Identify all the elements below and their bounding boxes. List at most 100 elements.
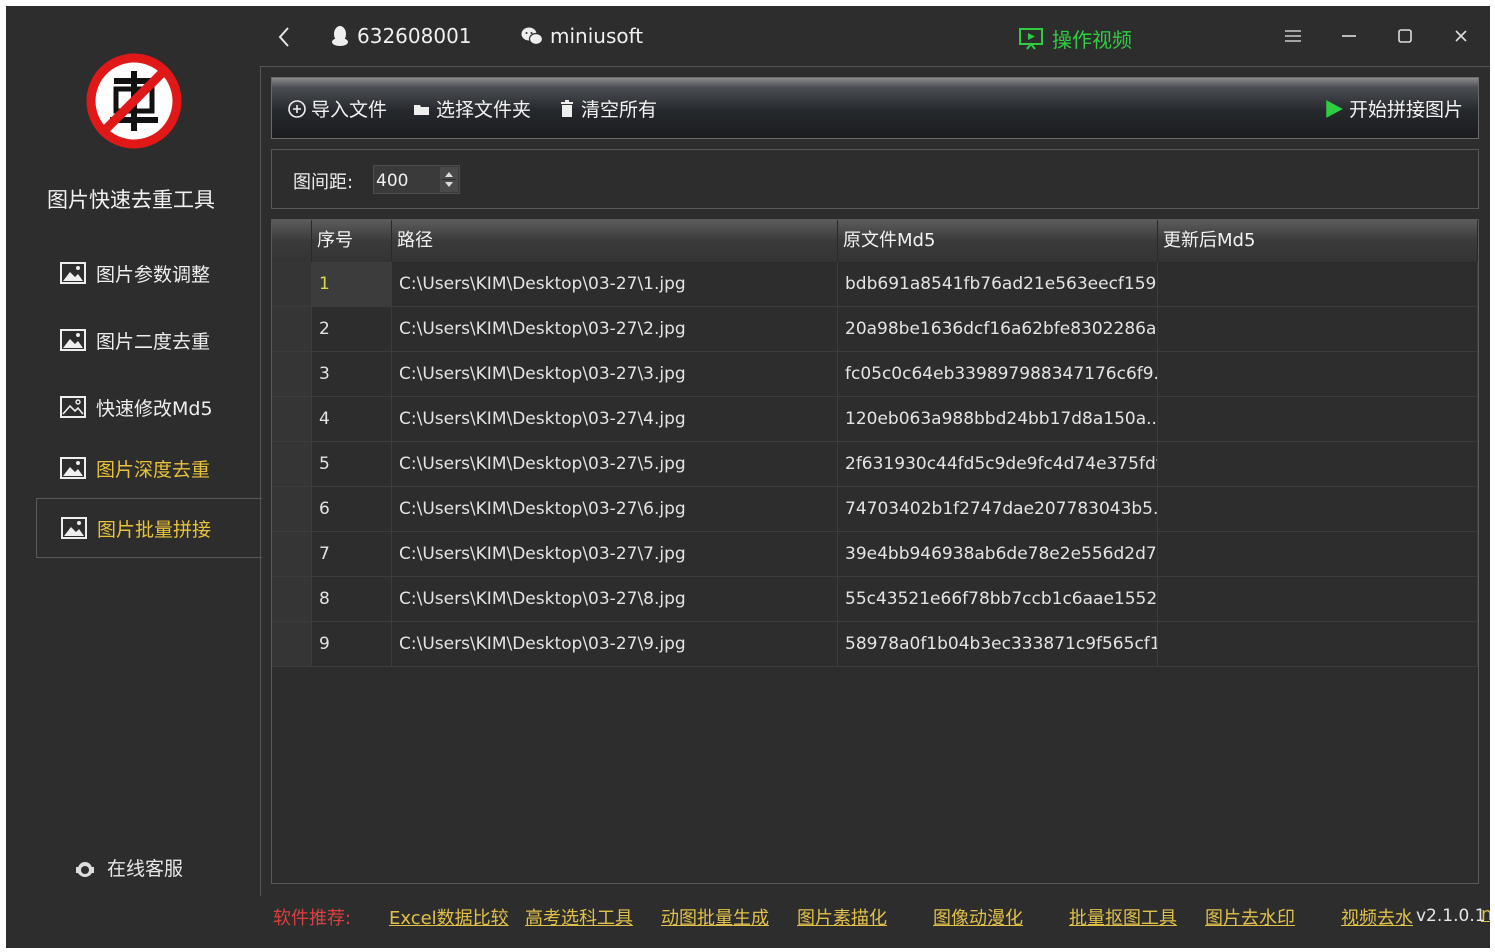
recommend-link[interactable]: 批量抠图工具	[1069, 904, 1177, 930]
recommend-link[interactable]: 图像动漫化	[933, 904, 1023, 930]
sidebar-item-batch-stitch[interactable]: 图片批量拼接	[36, 498, 262, 558]
cell-md5[interactable]: 20a98be1636dcf16a62bfe8302286a...	[838, 307, 1158, 351]
spin-arrows-icon[interactable]	[440, 167, 458, 192]
cell-index[interactable]: 8	[312, 577, 392, 621]
table-row[interactable]: 5 C:\Users\KIM\Desktop\03-27\5.jpg 2f63193…	[272, 442, 1478, 487]
table-row[interactable]: 4 C:\Users\KIM\Desktop\03-27\4.jpg 120eb06…	[272, 397, 1478, 442]
recommend-link[interactable]: Excel数据比较	[389, 904, 509, 930]
sidebar-item-image-params[interactable]: 图片参数调整	[36, 243, 261, 303]
spacing-value[interactable]: 400	[376, 171, 408, 191]
cell-index[interactable]: 5	[312, 442, 392, 486]
recommend-link[interactable]: 视频去水	[1341, 904, 1413, 930]
cell-path[interactable]: C:\Users\KIM\Desktop\03-27\6.jpg	[392, 487, 838, 531]
cell-index[interactable]: 3	[312, 352, 392, 396]
spacing-label: 图间距:	[293, 172, 354, 193]
cell-md5[interactable]: 39e4bb946938ab6de78e2e556d2d7...	[838, 532, 1158, 576]
row-header[interactable]	[272, 262, 312, 306]
cell-path[interactable]: C:\Users\KIM\Desktop\03-27\3.jpg	[392, 352, 838, 396]
sidebar-item-second-dedup[interactable]: 图片二度去重	[36, 310, 261, 370]
column-header-md5[interactable]: 原文件Md5	[838, 220, 1158, 262]
select-folder-button[interactable]: 选择文件夹	[413, 95, 531, 122]
cell-index[interactable]: 9	[312, 622, 392, 666]
tutorial-video-button[interactable]: 操作视频	[1019, 24, 1132, 53]
cell-path[interactable]: C:\Users\KIM\Desktop\03-27\9.jpg	[392, 622, 838, 666]
start-stitch-button[interactable]: 开始拼接图片	[1324, 95, 1463, 122]
menu-icon[interactable]	[1283, 26, 1303, 46]
row-header[interactable]	[272, 352, 312, 396]
sidebar: 图片快速去重工具 图片参数调整 图片二度去重 快速修改Md5 图片深度去重 图片…	[6, 6, 262, 948]
table-row[interactable]: 6 C:\Users\KIM\Desktop\03-27\6.jpg 7470340…	[272, 487, 1478, 532]
sidebar-item-label: 快速修改Md5	[96, 397, 213, 420]
cell-new-md5[interactable]	[1158, 487, 1478, 531]
import-files-label: 导入文件	[311, 99, 388, 121]
spacing-spinbox[interactable]: 400	[373, 165, 460, 194]
column-header-new-md5[interactable]: 更新后Md5	[1158, 220, 1478, 262]
column-header-index[interactable]: 序号	[312, 220, 392, 262]
close-icon[interactable]	[1451, 26, 1471, 46]
cell-md5[interactable]: 55c43521e66f78bb7ccb1c6aae15522f	[838, 577, 1158, 621]
cell-path[interactable]: C:\Users\KIM\Desktop\03-27\1.jpg	[392, 262, 838, 306]
play-icon	[1326, 99, 1343, 118]
cell-md5[interactable]: 120eb063a988bbd24bb17d8a150a...	[838, 397, 1158, 441]
start-stitch-label: 开始拼接图片	[1349, 99, 1464, 121]
cell-path[interactable]: C:\Users\KIM\Desktop\03-27\8.jpg	[392, 577, 838, 621]
cell-new-md5[interactable]	[1158, 622, 1478, 666]
recommend-link[interactable]: 图片素描化	[797, 904, 887, 930]
row-header[interactable]	[272, 487, 312, 531]
row-header[interactable]	[272, 307, 312, 351]
import-files-button[interactable]: 导入文件	[288, 95, 387, 122]
back-arrow-icon[interactable]	[273, 24, 295, 50]
qq-contact[interactable]: 632608001	[331, 24, 472, 48]
cell-md5[interactable]: bdb691a8541fb76ad21e563eecf159...	[838, 262, 1158, 306]
table-row[interactable]: 1 C:\Users\KIM\Desktop\03-27\1.jpg bdb691a…	[272, 262, 1478, 307]
row-header[interactable]	[272, 622, 312, 666]
cell-new-md5[interactable]	[1158, 307, 1478, 351]
table-row[interactable]: 7 C:\Users\KIM\Desktop\03-27\7.jpg 39e4bb9…	[272, 532, 1478, 577]
cell-index[interactable]: 7	[312, 532, 392, 576]
cell-path[interactable]: C:\Users\KIM\Desktop\03-27\7.jpg	[392, 532, 838, 576]
table-row[interactable]: 8 C:\Users\KIM\Desktop\03-27\8.jpg 55c4352…	[272, 577, 1478, 622]
cell-index[interactable]: 4	[312, 397, 392, 441]
recommend-link[interactable]: 图片去水印	[1205, 904, 1295, 930]
clear-all-button[interactable]: 清空所有	[558, 95, 657, 122]
cell-new-md5[interactable]	[1158, 532, 1478, 576]
cell-index[interactable]: 6	[312, 487, 392, 531]
cell-md5[interactable]: 2f631930c44fd5c9de9fc4d74e375fdf	[838, 442, 1158, 486]
online-service-button[interactable]: 在线客服	[74, 854, 183, 881]
version-text: v2.1.0.1	[1416, 906, 1486, 926]
sidebar-item-deep-dedup[interactable]: 图片深度去重	[36, 438, 261, 498]
cell-new-md5[interactable]	[1158, 397, 1478, 441]
column-header-path[interactable]: 路径	[392, 220, 838, 262]
cell-new-md5[interactable]	[1158, 577, 1478, 621]
cell-index[interactable]: 1	[312, 262, 392, 306]
row-header[interactable]	[272, 397, 312, 441]
app-window: 图片快速去重工具 图片参数调整 图片二度去重 快速修改Md5 图片深度去重 图片…	[6, 6, 1490, 948]
row-header[interactable]	[272, 442, 312, 486]
row-header[interactable]	[272, 532, 312, 576]
table-row[interactable]: 9 C:\Users\KIM\Desktop\03-27\9.jpg 58978a0…	[272, 622, 1478, 667]
table-row[interactable]: 3 C:\Users\KIM\Desktop\03-27\3.jpg fc05c0c…	[272, 352, 1478, 397]
minimize-icon[interactable]	[1339, 26, 1359, 46]
cell-path[interactable]: C:\Users\KIM\Desktop\03-27\5.jpg	[392, 442, 838, 486]
image-outline-icon	[60, 396, 86, 418]
maximize-icon[interactable]	[1395, 26, 1415, 46]
row-header[interactable]	[272, 577, 312, 621]
image-icon	[60, 262, 86, 284]
table-row[interactable]: 2 C:\Users\KIM\Desktop\03-27\2.jpg 20a98be…	[272, 307, 1478, 352]
cell-md5[interactable]: 58978a0f1b04b3ec333871c9f565cf1b	[838, 622, 1158, 666]
cell-new-md5[interactable]	[1158, 442, 1478, 486]
recommend-link[interactable]: n	[1481, 904, 1490, 925]
cell-new-md5[interactable]	[1158, 352, 1478, 396]
cell-path[interactable]: C:\Users\KIM\Desktop\03-27\4.jpg	[392, 397, 838, 441]
cell-index[interactable]: 2	[312, 307, 392, 351]
cell-path[interactable]: C:\Users\KIM\Desktop\03-27\2.jpg	[392, 307, 838, 351]
app-logo	[86, 53, 182, 149]
cell-new-md5[interactable]	[1158, 262, 1478, 306]
recommend-link[interactable]: 高考选科工具	[525, 904, 633, 930]
sidebar-item-modify-md5[interactable]: 快速修改Md5	[36, 377, 261, 437]
wechat-contact[interactable]: miniusoft	[521, 24, 643, 48]
cell-md5[interactable]: 74703402b1f2747dae207783043b5...	[838, 487, 1158, 531]
recommend-link[interactable]: 动图批量生成	[661, 904, 769, 930]
wechat-id: miniusoft	[550, 24, 644, 48]
cell-md5[interactable]: fc05c0c64eb339897988347176c6f9...	[838, 352, 1158, 396]
